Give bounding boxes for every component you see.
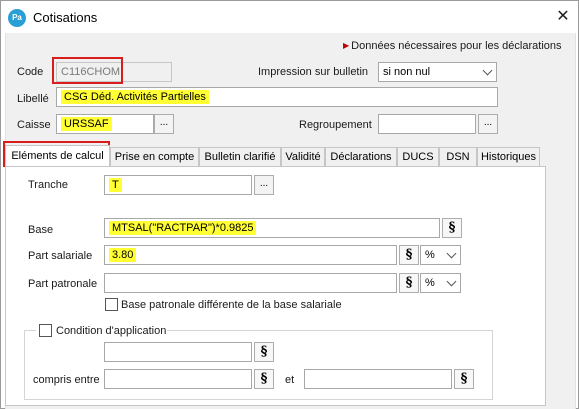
- part-patronale-formula-button[interactable]: §: [399, 273, 419, 293]
- impression-label: Impression sur bulletin: [258, 66, 369, 78]
- base-patronale-diff-checkbox[interactable]: [105, 298, 118, 311]
- compris-entre-to-field[interactable]: [304, 369, 452, 389]
- impression-select[interactable]: si non nul: [378, 62, 497, 82]
- condition-label: Condition d'application: [56, 325, 167, 337]
- chevron-down-icon: [482, 65, 493, 76]
- tab-ducs[interactable]: DUCS: [397, 147, 439, 166]
- tab-declarations[interactable]: Déclarations: [325, 147, 397, 166]
- tab-dsn[interactable]: DSN: [439, 147, 477, 166]
- regroupement-field[interactable]: [378, 114, 476, 134]
- code-label: Code: [17, 66, 44, 78]
- part-salariale-label: Part salariale: [28, 250, 93, 262]
- regroupement-browse-button[interactable]: ...: [478, 114, 498, 134]
- tab-validite[interactable]: Validité: [281, 147, 325, 166]
- condition-checkbox[interactable]: [39, 324, 52, 337]
- red-triangle-icon: ▶: [343, 41, 350, 50]
- part-patronale-unit-select[interactable]: %: [420, 273, 461, 293]
- declarations-note: ▶ Données nécessaires pour les déclaratio…: [343, 40, 562, 52]
- compris-entre-from-field[interactable]: [104, 369, 252, 389]
- tranche-browse-button[interactable]: ...: [254, 175, 274, 195]
- part-salariale-unit-select[interactable]: %: [420, 245, 461, 265]
- close-button[interactable]: ✕: [549, 4, 577, 30]
- base-formula-button[interactable]: §: [442, 218, 462, 238]
- compris-entre-from-formula-button[interactable]: §: [254, 369, 274, 389]
- compris-entre-label: compris entre: [33, 374, 100, 386]
- condition-field[interactable]: [104, 342, 252, 362]
- dialog-window: Pa Cotisations ✕ ▶ Données nécessaires po…: [0, 0, 579, 409]
- condition-group: [24, 330, 493, 400]
- tab-historiques[interactable]: Historiques: [477, 147, 540, 166]
- tab-bulletin-clarifie[interactable]: Bulletin clarifié: [199, 147, 281, 166]
- base-field[interactable]: MTSAL("RACTPAR")*0.9825: [104, 218, 440, 238]
- tab-prise-en-compte[interactable]: Prise en compte: [110, 147, 199, 166]
- part-salariale-field[interactable]: 3.80: [104, 245, 397, 265]
- base-label: Base: [28, 224, 54, 236]
- compris-entre-to-formula-button[interactable]: §: [454, 369, 474, 389]
- window-title: Cotisations: [33, 10, 98, 25]
- code-highlight-box: [52, 57, 123, 84]
- tranche-label: Tranche: [28, 179, 68, 191]
- part-salariale-formula-button[interactable]: §: [399, 245, 419, 265]
- regroupement-label: Regroupement: [299, 119, 372, 131]
- caisse-field[interactable]: URSSAF: [56, 114, 154, 134]
- libelle-field[interactable]: CSG Déd. Activités Partielles: [56, 87, 498, 107]
- base-patronale-diff-label: Base patronale différente de la base sal…: [121, 299, 342, 311]
- et-label: et: [285, 374, 295, 386]
- libelle-label: Libellé: [17, 93, 49, 105]
- tranche-field[interactable]: T: [104, 175, 252, 195]
- caisse-label: Caisse: [17, 119, 51, 131]
- chevron-down-icon: [446, 248, 457, 259]
- chevron-down-icon: [446, 276, 457, 287]
- condition-formula-button[interactable]: §: [254, 342, 274, 362]
- part-patronale-field[interactable]: [104, 273, 397, 293]
- part-patronale-label: Part patronale: [28, 278, 98, 290]
- caisse-browse-button[interactable]: ...: [154, 114, 174, 134]
- app-logo-icon: Pa: [8, 9, 26, 27]
- tab-elements-de-calcul[interactable]: Eléments de calcul: [5, 145, 110, 166]
